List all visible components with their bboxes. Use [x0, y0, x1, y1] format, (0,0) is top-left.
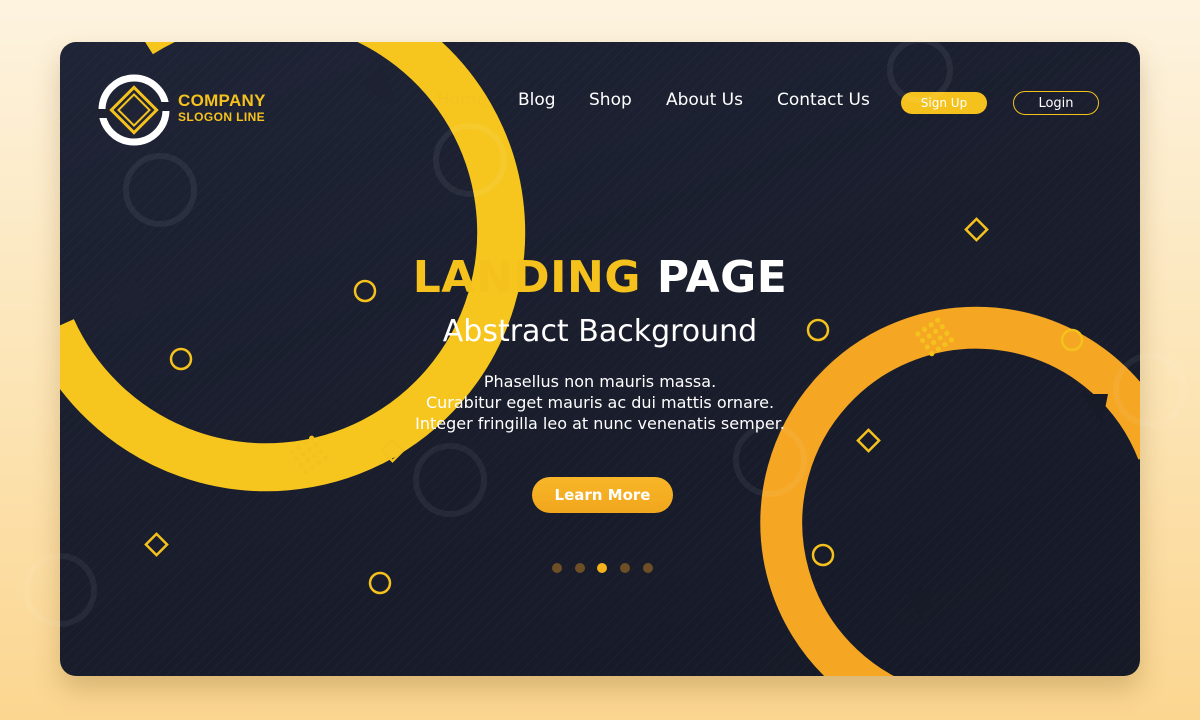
nav-link-about-us[interactable]: About Us — [666, 90, 743, 110]
carousel-dot-active[interactable] — [597, 563, 607, 573]
nav-link-contact-us[interactable]: Contact Us — [777, 90, 870, 110]
hero-title: LANDING PAGE — [60, 252, 1140, 303]
hero-description-line: Curabitur eget mauris ac dui mattis orna… — [425, 393, 775, 412]
logo-text[interactable]: COMPANY SLOGON LINE — [178, 92, 266, 123]
carousel-dot[interactable] — [620, 563, 630, 573]
company-slogan: SLOGON LINE — [178, 110, 266, 124]
nav-link-blog[interactable]: Blog — [518, 90, 556, 110]
hero-description: Phasellus non mauris massa. Curabitur eg… — [60, 371, 1140, 434]
company-name: COMPANY — [178, 91, 266, 110]
hero-title-rest: PAGE — [656, 252, 788, 303]
hero-subtitle: Abstract Background — [442, 314, 758, 349]
logo-mark-icon[interactable] — [96, 72, 172, 148]
hero-description-line: Phasellus non mauris massa. — [483, 372, 717, 391]
background-decorations — [60, 42, 1140, 676]
carousel-dot[interactable] — [643, 563, 653, 573]
carousel-dot[interactable] — [575, 563, 585, 573]
nav-link-shop[interactable]: Shop — [589, 90, 632, 110]
carousel-dot[interactable] — [552, 563, 562, 573]
nav-link-home[interactable]: Home — [437, 90, 487, 110]
landing-page-frame: COMPANY SLOGON LINE Home Blog Shop About… — [60, 42, 1140, 676]
hero-description-line: Integer fringilla leo at nunc venenatis … — [415, 414, 785, 433]
sign-up-button[interactable]: Sign Up — [901, 92, 987, 114]
login-button[interactable]: Login — [1013, 91, 1099, 115]
learn-more-button[interactable]: Learn More — [532, 477, 673, 513]
hero-title-accent: LANDING — [412, 252, 641, 303]
